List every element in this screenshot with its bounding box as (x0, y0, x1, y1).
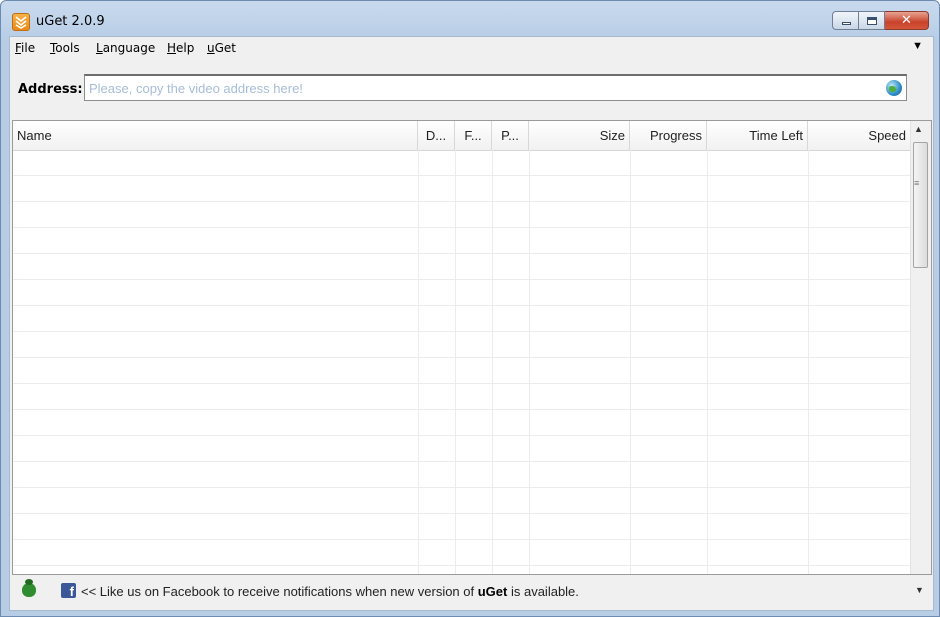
column-divider (529, 150, 530, 574)
message-prefix: << Like us on Facebook to receive notifi… (81, 584, 478, 599)
menu-file[interactable]: File (15, 41, 35, 55)
scroll-down-icon[interactable]: ▼ (915, 585, 924, 595)
column-f[interactable]: F... (455, 121, 492, 150)
column-divider (418, 150, 419, 574)
app-icon (12, 13, 30, 31)
message-suffix: is available. (507, 584, 579, 599)
column-d[interactable]: D... (418, 121, 455, 150)
table-row (13, 436, 910, 462)
table-row (13, 488, 910, 514)
menu-overflow-arrow-icon[interactable]: ▼ (912, 40, 923, 52)
minimize-button[interactable] (832, 11, 859, 30)
facebook-icon[interactable]: f (61, 583, 76, 598)
table-row (13, 514, 910, 540)
scroll-grip-icon: ≡ (914, 178, 920, 188)
menu-language[interactable]: Language (96, 41, 155, 55)
column-name[interactable]: Name (13, 121, 418, 150)
menu-uget-mnemonic: u (207, 41, 215, 55)
globe-icon[interactable] (886, 80, 902, 96)
bug-icon[interactable] (22, 579, 36, 597)
minimize-icon (842, 22, 851, 25)
menu-help[interactable]: Help (167, 41, 194, 55)
download-table: Name D... F... P... Size Progress Time L… (12, 120, 932, 575)
menu-tools-label: ools (55, 41, 80, 55)
menu-uget[interactable]: uGet (207, 41, 236, 55)
menu-language-label: anguage (102, 41, 156, 55)
column-p[interactable]: P... (492, 121, 529, 150)
column-progress[interactable]: Progress (630, 121, 707, 150)
menu-file-label: ile (21, 41, 36, 55)
table-row (13, 202, 910, 228)
column-divider (707, 150, 708, 574)
menu-tools[interactable]: Tools (50, 41, 80, 55)
column-divider (492, 150, 493, 574)
message-app-name: uGet (477, 584, 508, 599)
close-button[interactable]: ✕ (885, 11, 929, 30)
table-row (13, 358, 910, 384)
close-icon: ✕ (901, 13, 912, 28)
menu-help-mnemonic: H (167, 41, 177, 55)
table-row (13, 306, 910, 332)
table-row (13, 332, 910, 358)
column-divider (455, 150, 456, 574)
table-row (13, 254, 910, 280)
menu-bar: File Tools Language Help uGet ▼ (10, 37, 933, 59)
table-row (13, 462, 910, 488)
address-input[interactable] (84, 74, 907, 101)
table-row (13, 176, 910, 202)
column-size[interactable]: Size (529, 121, 630, 150)
maximize-icon (867, 17, 877, 25)
app-window: uGet 2.0.9 ✕ File Tools Language Help uG… (0, 0, 940, 617)
table-row (13, 228, 910, 254)
facebook-message[interactable]: << Like us on Facebook to receive notifi… (81, 584, 579, 599)
column-speed[interactable]: Speed (808, 121, 910, 150)
scroll-thumb[interactable] (913, 142, 928, 268)
vertical-scrollbar[interactable]: ▲ ≡ (910, 121, 931, 574)
window-controls: ✕ (832, 11, 929, 31)
title-bar[interactable]: uGet 2.0.9 ✕ (1, 1, 939, 35)
window-title: uGet 2.0.9 (36, 14, 105, 29)
menu-uget-label: Get (214, 41, 236, 55)
table-row (13, 280, 910, 306)
menu-help-label: elp (176, 41, 195, 55)
status-bar: f << Like us on Facebook to receive noti… (12, 575, 910, 605)
table-row (13, 384, 910, 410)
scroll-up-icon[interactable]: ▲ (914, 124, 923, 134)
address-label: Address: (18, 82, 83, 97)
maximize-button[interactable] (859, 11, 885, 30)
table-row (13, 540, 910, 566)
column-divider (808, 150, 809, 574)
column-divider (630, 150, 631, 574)
table-body (13, 150, 910, 574)
table-row (13, 150, 910, 176)
table-row (13, 410, 910, 436)
column-time-left[interactable]: Time Left (707, 121, 808, 150)
client-area: File Tools Language Help uGet ▼ Address:… (9, 36, 934, 611)
menu-language-mnemonic: L (96, 41, 103, 55)
table-header: Name D... F... P... Size Progress Time L… (13, 121, 910, 151)
